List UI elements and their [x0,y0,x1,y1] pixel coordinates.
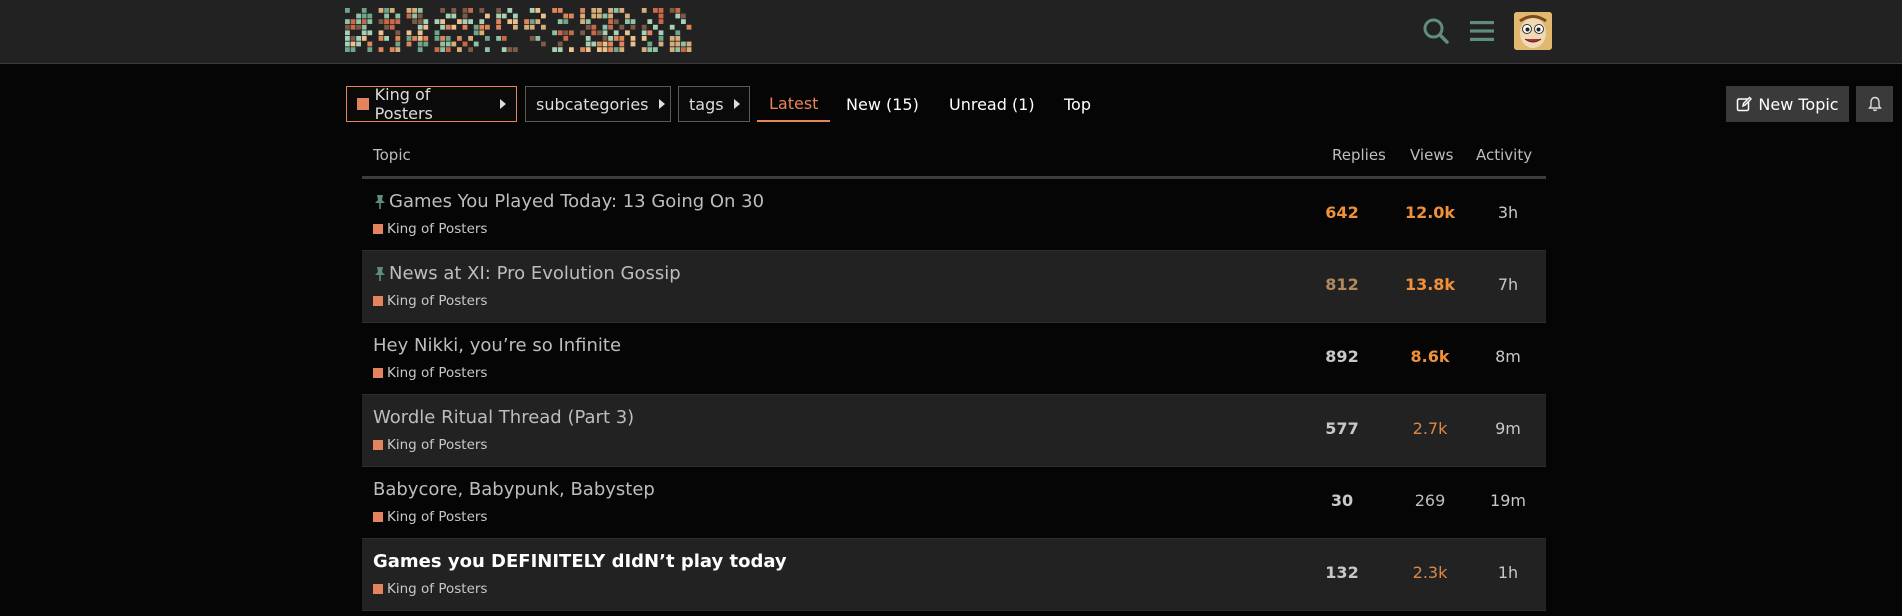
tags-dropdown-label: tags [689,94,724,114]
views-count: 8.6k [1410,347,1450,366]
tab-latest[interactable]: Latest [757,86,831,122]
category-color-swatch [373,440,383,450]
topic-category-label: King of Posters [387,581,488,597]
category-color-swatch [373,584,383,594]
topic-category-badge[interactable]: King of Posters [373,221,487,237]
pin-icon [373,194,387,210]
views-count: 269 [1414,491,1446,510]
site-header [0,0,1902,64]
topic-row[interactable]: Wordle Ritual Thread (Part 3) King of Pos… [362,395,1546,467]
activity-time[interactable]: 8m [1470,347,1546,366]
replies-count[interactable]: 892 [1304,347,1380,366]
edit-icon [1737,96,1753,112]
topic-category-label: King of Posters [387,365,488,381]
subcategories-dropdown[interactable]: subcategories [525,86,671,122]
topic-category-badge[interactable]: King of Posters [373,437,487,453]
avatar[interactable] [1514,12,1552,50]
column-header-topic[interactable]: Topic [373,146,411,164]
caret-right-icon [500,99,506,109]
tags-dropdown[interactable]: tags [678,86,750,122]
new-topic-button[interactable]: New Topic [1726,86,1849,122]
views-count: 2.7k [1412,419,1448,438]
topic-title: Babycore, Babypunk, Babystep [373,479,655,500]
topic-title-link[interactable]: Games you DEFINITELY dIdN’t play today [373,551,787,572]
replies-count[interactable]: 812 [1304,275,1380,294]
topic-category-badge[interactable]: King of Posters [373,509,487,525]
views-count: 13.8k [1404,275,1456,294]
column-header-activity[interactable]: Activity [1476,146,1532,164]
topic-category-label: King of Posters [387,437,488,453]
activity-time[interactable]: 1h [1470,563,1546,582]
topic-title-link[interactable]: Games You Played Today: 13 Going On 30 [373,191,764,212]
topic-row[interactable]: Games you DEFINITELY dIdN’t play today Ki… [362,539,1546,611]
category-dropdown-label: King of Posters [374,85,433,123]
tab-unread[interactable]: Unread (1) [949,86,1035,122]
category-color-swatch [373,224,383,234]
topic-row[interactable]: Babycore, Babypunk, Babystep King of Post… [362,467,1546,539]
replies-count[interactable]: 642 [1304,203,1380,222]
category-color-swatch [373,296,383,306]
topic-title: Hey Nikki, you’re so Infinite [373,335,622,356]
topic-title-link[interactable]: Wordle Ritual Thread (Part 3) [373,407,634,428]
column-header-replies[interactable]: Replies [1332,146,1386,164]
topic-list-header: Topic Replies Views Activity [362,144,1546,176]
topic-category-badge[interactable]: King of Posters [373,581,487,597]
search-icon[interactable] [1420,15,1452,47]
topic-row[interactable]: Games You Played Today: 13 Going On 30 Ki… [362,179,1546,251]
category-color-swatch [357,98,369,110]
views-count: 2.3k [1412,563,1448,582]
topic-title-link[interactable]: Hey Nikki, you’re so Infinite [373,335,621,356]
activity-time[interactable]: 9m [1470,419,1546,438]
topic-row[interactable]: News at XI: Pro Evolution Gossip King of … [362,251,1546,323]
category-dropdown[interactable]: King of Posters [346,85,517,123]
notification-bell-button[interactable] [1856,86,1893,122]
topic-category-label: King of Posters [387,221,488,237]
topic-category-badge[interactable]: King of Posters [373,293,487,309]
activity-time[interactable]: 7h [1470,275,1546,294]
tab-top[interactable]: Top [1064,86,1091,122]
pixel-mosaic-logo[interactable] [345,7,700,53]
category-color-swatch [373,368,383,378]
replies-count[interactable]: 132 [1304,563,1380,582]
topic-title: Games You Played Today: 13 Going On 30 [389,191,765,212]
topic-navigation: King of Posters subcategories tags Lates… [346,85,1893,123]
replies-count[interactable]: 30 [1304,491,1380,510]
replies-count[interactable]: 577 [1304,419,1380,438]
views-count: 12.0k [1404,203,1456,222]
topic-category-label: King of Posters [387,293,488,309]
activity-time[interactable]: 3h [1470,203,1546,222]
topic-title: News at XI: Pro Evolution Gossip [389,263,681,284]
topic-title-link[interactable]: News at XI: Pro Evolution Gossip [373,263,681,284]
pin-icon [373,266,387,282]
topic-row[interactable]: Hey Nikki, you’re so Infinite King of Pos… [362,323,1546,395]
bell-icon [1867,96,1882,112]
topic-category-badge[interactable]: King of Posters [373,365,487,381]
topic-title-link[interactable]: Babycore, Babypunk, Babystep [373,479,655,500]
category-color-swatch [373,512,383,522]
topic-category-label: King of Posters [387,509,488,525]
topic-title: Wordle Ritual Thread (Part 3) [373,407,635,428]
subcategories-dropdown-label: subcategories [536,94,649,114]
new-topic-label: New Topic [1758,94,1839,114]
activity-time[interactable]: 19m [1470,491,1546,510]
caret-right-icon [733,99,740,109]
caret-right-icon [658,99,665,109]
hamburger-icon[interactable] [1466,15,1498,47]
tab-new[interactable]: New (15) [846,86,919,122]
column-header-views[interactable]: Views [1410,146,1453,164]
topic-title: Games you DEFINITELY dIdN’t play today [373,551,787,572]
